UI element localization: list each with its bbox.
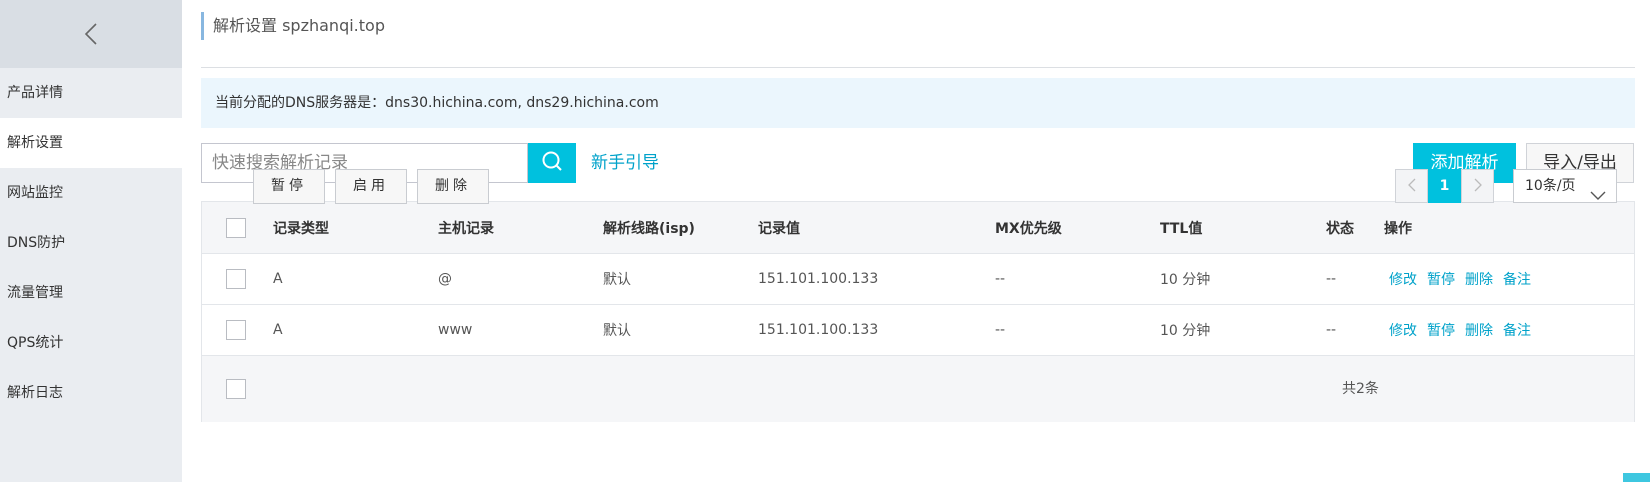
page-size-select[interactable]: 10条/页 xyxy=(1513,169,1617,203)
ttl-value: 10 分钟 xyxy=(1160,272,1211,288)
sidebar-item-dns-settings[interactable]: 解析设置 xyxy=(0,118,182,168)
host-record: www xyxy=(438,322,473,338)
note-link[interactable]: 备注 xyxy=(1503,320,1531,340)
table-footer: 共2条 xyxy=(202,356,1634,422)
pause-link[interactable]: 暂停 xyxy=(1427,269,1455,289)
delete-link[interactable]: 删除 xyxy=(1465,269,1493,289)
column-header-host: 主机记录 xyxy=(438,220,494,237)
delete-link[interactable]: 删除 xyxy=(1465,320,1493,340)
record-type: A xyxy=(273,322,283,338)
batch-delete-button[interactable]: 删除 xyxy=(417,169,489,204)
dns-server-banner: 当前分配的DNS服务器是：dns30.hichina.com, dns29.hi… xyxy=(201,78,1635,128)
select-all-checkbox[interactable] xyxy=(226,217,246,238)
sidebar-item-product-detail[interactable]: 产品详情 xyxy=(0,68,182,118)
sidebar-header xyxy=(0,0,182,68)
corner-accent xyxy=(1623,473,1650,482)
beginner-guide-link[interactable]: 新手引导 xyxy=(591,150,659,176)
sidebar-item-dns-protection[interactable]: DNS防护 xyxy=(0,218,182,268)
table-header: 记录类型 主机记录 解析线路(isp) 记录值 MX优先级 TTL值 状态 操作 xyxy=(202,202,1634,254)
page-title: 解析设置 spzhanqi.top xyxy=(201,12,385,40)
batch-pause-button[interactable]: 暂停 xyxy=(253,169,325,204)
chevron-left-icon xyxy=(1407,177,1416,196)
batch-enable-button[interactable]: 启用 xyxy=(335,169,407,204)
table-row: A www 默认 151.101.100.133 -- 10 分钟 -- 修改 … xyxy=(202,305,1634,356)
column-header-actions: 操作 xyxy=(1384,220,1412,237)
page-number-current[interactable]: 1 xyxy=(1428,169,1461,203)
pagination: 1 xyxy=(1395,169,1494,203)
record-type: A xyxy=(273,271,283,287)
sidebar-item-site-monitor[interactable]: 网站监控 xyxy=(0,168,182,218)
edit-link[interactable]: 修改 xyxy=(1389,320,1417,340)
mx-priority: -- xyxy=(995,322,1006,338)
record-status: -- xyxy=(1326,271,1337,287)
page-size-value: 10条/页 xyxy=(1525,178,1576,194)
record-status: -- xyxy=(1326,322,1337,338)
sidebar: 产品详情 解析设置 网站监控 DNS防护 流量管理 QPS统计 解析日志 xyxy=(0,0,182,482)
record-value: 151.101.100.133 xyxy=(758,322,879,338)
column-header-line: 解析线路(isp) xyxy=(603,220,695,237)
sidebar-item-traffic-management[interactable]: 流量管理 xyxy=(0,268,182,318)
row-actions: 修改 暂停 删除 备注 xyxy=(1389,305,1541,355)
row-checkbox[interactable] xyxy=(226,320,246,340)
main-content: 解析设置 spzhanqi.top 当前分配的DNS服务器是：dns30.hic… xyxy=(201,0,1635,482)
column-header-ttl: TTL值 xyxy=(1160,220,1203,237)
title-divider xyxy=(201,67,1635,68)
pause-link[interactable]: 暂停 xyxy=(1427,320,1455,340)
record-value: 151.101.100.133 xyxy=(758,271,879,287)
column-header-status: 状态 xyxy=(1326,220,1354,237)
mx-priority: -- xyxy=(995,271,1006,287)
next-page-button[interactable] xyxy=(1461,169,1494,203)
sidebar-item-qps-stats[interactable]: QPS统计 xyxy=(0,318,182,368)
table-row: A @ 默认 151.101.100.133 -- 10 分钟 -- 修改 暂停… xyxy=(202,254,1634,305)
row-checkbox[interactable] xyxy=(226,269,246,289)
sidebar-item-dns-logs[interactable]: 解析日志 xyxy=(0,368,182,418)
ttl-value: 10 分钟 xyxy=(1160,323,1211,339)
resolve-line: 默认 xyxy=(603,323,631,339)
chevron-left-icon[interactable] xyxy=(84,22,98,46)
edit-link[interactable]: 修改 xyxy=(1389,269,1417,289)
column-header-type: 记录类型 xyxy=(273,220,329,237)
host-record: @ xyxy=(438,271,452,287)
note-link[interactable]: 备注 xyxy=(1503,269,1531,289)
chevron-right-icon xyxy=(1474,177,1482,196)
column-header-mx: MX优先级 xyxy=(995,220,1062,237)
chevron-down-icon xyxy=(1590,181,1606,213)
total-count: 共2条 xyxy=(1342,381,1379,397)
footer-select-all-checkbox[interactable] xyxy=(226,379,246,399)
dns-records-table: 记录类型 主机记录 解析线路(isp) 记录值 MX优先级 TTL值 状态 操作… xyxy=(201,201,1635,422)
search-button[interactable] xyxy=(528,143,576,183)
search-icon xyxy=(541,150,563,176)
resolve-line: 默认 xyxy=(603,272,631,288)
row-actions: 修改 暂停 删除 备注 xyxy=(1389,254,1541,304)
prev-page-button[interactable] xyxy=(1395,169,1428,203)
column-header-value: 记录值 xyxy=(758,220,800,237)
